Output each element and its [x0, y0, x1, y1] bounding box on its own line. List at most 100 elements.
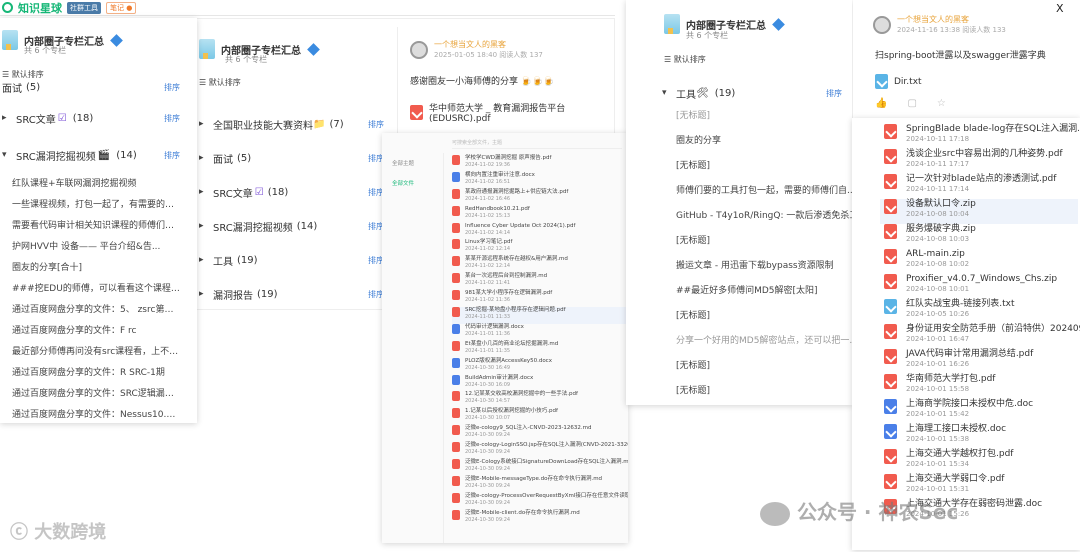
- category-row[interactable]: 面试 (5) 排序: [2, 76, 180, 98]
- list-item[interactable]: [无标题]: [676, 104, 846, 129]
- file-row[interactable]: 学校学CWD漏洞挖掘 原声报告.pdf 2024-11-02 19:36: [452, 155, 626, 172]
- category-row[interactable]: ▸ SRC文章 ☑ (18) 排序: [2, 98, 180, 138]
- file-row[interactable]: Linux学习笔记.pdf 2024-11-02 12:14: [452, 239, 626, 256]
- pdf-file-icon: [884, 349, 897, 364]
- file-row[interactable]: 泛微E-Cology系统接口SignatureDownLoad存在SQL注入漏洞…: [452, 459, 628, 476]
- category-row[interactable]: ▸ 工具 (19) 排序: [199, 243, 384, 277]
- file-row[interactable]: 12.记某某交收高校漏洞挖掘中的一些手法.pdf 2024-10-30 14:57: [452, 391, 626, 408]
- list-item[interactable]: ###挖EDU的师傅，可以看看这个课程###[...: [12, 279, 180, 300]
- file-date: 2024-10-30 09:24: [465, 499, 511, 506]
- post-attachment[interactable]: Dir.txt: [875, 74, 922, 89]
- list-item[interactable]: [无标题]: [676, 154, 846, 179]
- file-row[interactable]: 身份证用安全防范手册（前沿特供）20240909.pdf2024-10-01 1…: [880, 324, 1080, 349]
- nav-all-topics[interactable]: 全部主题: [382, 153, 443, 173]
- list-item[interactable]: [无标题]: [676, 379, 846, 404]
- list-item[interactable]: 师傅们要的工具打包一起，需要的师傅们自...: [676, 179, 852, 204]
- pdf-file-icon: [452, 222, 460, 233]
- category-row[interactable]: ▸ 全国职业技能大赛资料 📁 (7) 排序: [199, 107, 384, 141]
- comment-icon[interactable]: ▢: [907, 98, 916, 109]
- file-row[interactable]: 某某开源远程系统存在越权&用户漏洞.md 2024-11-02 12:14: [452, 256, 626, 273]
- file-row[interactable]: 设备默认口令.zip 2024-10-08 10:04: [880, 199, 1078, 224]
- post-attachment[interactable]: 华中师范大学 _ 教育漏洞报告平台(EDUSRC).pdf: [410, 101, 612, 124]
- list-item[interactable]: 圈友的分享: [676, 129, 846, 154]
- file-row[interactable]: 服务爆破字典.zip 2024-10-08 10:03: [880, 224, 1078, 249]
- file-row[interactable]: 某政府通报漏洞挖掘路上+供应链大法.pdf 2024-11-02 16:46: [452, 188, 626, 206]
- file-row[interactable]: 上海理工接口未授权.doc 2024-10-01 15:38: [880, 424, 1078, 449]
- category-row[interactable]: ▸ SRC文章 ☑ (18) 排序: [199, 175, 384, 209]
- list-item[interactable]: 通过百度网盘分享的文件：5、 zsrc第二期: [12, 300, 180, 321]
- list-item[interactable]: 通过百度网盘分享的文件：R SRC-1期: [12, 363, 180, 384]
- list-item[interactable]: 通过百度网盘分享的文件：SRC逻辑漏洞挖掘...: [12, 384, 180, 405]
- category-row[interactable]: ▾ SRC漏洞挖掘视频 🎬 (14) 排序: [2, 138, 180, 172]
- file-row[interactable]: 泛微E-Mobile-messageType.do存在命令执行漏洞.md 2024…: [452, 475, 626, 493]
- file-row[interactable]: 泛微e-cology9_SQL注入-CNVD-2023-12632.md 2024…: [452, 425, 626, 442]
- list-item[interactable]: 分享一个好用的MD5解密站点，还可以把一...: [676, 329, 852, 354]
- list-item[interactable]: 大佬写的密探内测版[西瓜]，做渗透测试信息...: [676, 404, 846, 405]
- file-row[interactable]: 记一次针对blade站点的渗透测试.pdf 2024-10-11 17:14: [880, 174, 1078, 199]
- avatar[interactable]: [410, 40, 428, 59]
- file-row[interactable]: 981某大学小程序存在逻辑漏洞.pdf 2024-11-02 11:36: [452, 290, 626, 307]
- nav-all-files[interactable]: 全部文件: [382, 173, 443, 193]
- list-item[interactable]: 红队课程+车联网漏洞挖掘视频: [12, 174, 180, 195]
- file-row[interactable]: RedHandbook10.21.pdf 2024-11-02 15:13: [452, 205, 626, 223]
- file-row[interactable]: 泛微E-Mobile-client.do存在命令执行漏洞.md 2024-10-3…: [452, 509, 626, 527]
- zip-file-icon: [884, 249, 897, 264]
- post-author[interactable]: 一个想当文人的黑客: [897, 14, 1006, 25]
- file-row[interactable]: 上海商学院接口未授权中危.doc 2024-10-01 15:42: [880, 399, 1078, 424]
- file-row[interactable]: BuildAdmin审计漏洞.docx 2024-10-30 16:09: [452, 374, 626, 392]
- file-row[interactable]: 泛微e-cology-LoginSSO.jsp存在SQL注入漏洞(CNVD-20…: [452, 442, 628, 459]
- list-item[interactable]: ##最近好多师傅问MD5解密[太阳]: [676, 279, 846, 304]
- file-row[interactable]: PLOZ版权漏洞AccessKey50.docx 2024-10-30 16:49: [452, 357, 626, 375]
- list-item[interactable]: 一些课程视频，打包一起了，有需要的师傅...: [12, 195, 180, 216]
- file-date: 2024-10-01 16:26: [906, 360, 970, 368]
- avatar[interactable]: [873, 15, 891, 34]
- list-item[interactable]: [无标题]: [676, 304, 846, 329]
- file-row[interactable]: 红队实战宝典-链接列表.txt 2024-10-05 10:26: [880, 299, 1078, 324]
- notes-tab[interactable]: 笔记 ●: [106, 1, 137, 14]
- file-row[interactable]: 代码审计逻辑漏洞.docx 2024-11-01 11:36: [452, 323, 626, 341]
- file-row[interactable]: Et某盘小几百的商业论坛挖掘漏洞.md 2024-11-01 11:35: [452, 340, 626, 358]
- file-name: 红队实战宝典-链接列表.txt: [906, 299, 1015, 309]
- post-meta: 2025-01-05 18:40 阅读人数 137: [434, 51, 543, 59]
- file-row[interactable]: 某台一次远程后台到控制漏洞.md 2024-11-02 11:41: [452, 273, 626, 290]
- pdf-file-icon: [452, 290, 460, 301]
- file-row[interactable]: 浅谈企业src中容易出洞的几种姿势.pdf 2024-10-11 17:17: [880, 149, 1078, 174]
- file-name: 浅谈企业src中容易出洞的几种姿势.pdf: [906, 149, 1063, 159]
- list-item[interactable]: 护网HVV中 设备—— 平台介绍&告...: [12, 237, 180, 258]
- list-item[interactable]: 搬运文章 - 用迅雷下载bypass资源限制: [676, 254, 846, 279]
- list-item[interactable]: [无标题]: [676, 229, 846, 254]
- like-icon[interactable]: 👍: [875, 98, 887, 109]
- file-row[interactable]: 上海交通大学越权打包.pdf 2024-10-01 15:34: [880, 449, 1078, 474]
- list-item[interactable]: 最近部分师傅再问没有src课程看，上不了手[...: [12, 342, 180, 363]
- chevron-right-icon: ▸: [2, 113, 7, 123]
- file-row[interactable]: Influence Cyber Update Oct 2024(1).pdf 20…: [452, 222, 626, 240]
- sort-dropdown[interactable]: ☰ 默认排序: [199, 77, 241, 88]
- list-item[interactable]: 通过百度网盘分享的文件：F rc: [12, 321, 180, 342]
- file-row[interactable]: ARL-main.zip 2024-10-08 10:02: [880, 249, 1078, 274]
- file-row[interactable]: 华南师范大学打包.pdf 2024-10-01 15:58: [880, 374, 1078, 399]
- star-icon[interactable]: ☆: [937, 98, 946, 109]
- list-item[interactable]: 需要看代码审计相关知识课程的师傅们可以...: [12, 216, 180, 237]
- category-row[interactable]: ▸ 面试 (5) 排序: [199, 141, 384, 175]
- file-row[interactable]: SpringBlade blade-log存在SQL注入漏洞.md 2024-10…: [880, 124, 1080, 149]
- file-row[interactable]: Proxifier_v4.0.7_Windows_Chs.zip 2024-10-…: [880, 274, 1078, 299]
- list-item[interactable]: GitHub - T4y1oR/RingQ: 一款后渗透免杀工...: [676, 204, 852, 229]
- sort-dropdown[interactable]: ☰ 默认排序: [664, 54, 706, 65]
- file-row[interactable]: SRC挖掘-某地盘小程序存在逻辑问题.pdf 2024-11-01 11:33: [452, 307, 626, 324]
- file-name: 学校学CWD漏洞挖掘 原声报告.pdf: [465, 155, 552, 161]
- category-row[interactable]: ▸ SRC漏洞挖掘视频 (14) 排序: [199, 209, 384, 243]
- search-input[interactable]: 可搜索全部文件，主题: [452, 139, 622, 149]
- list-item[interactable]: [无标题]: [676, 354, 846, 379]
- list-item[interactable]: 通过百度网盘分享的文件：Nessus10.7.4_20...: [12, 405, 180, 423]
- list-item[interactable]: 圈友的分享[合十]: [12, 258, 180, 279]
- file-row[interactable]: JAVA代码审计常用漏洞总结.pdf 2024-10-01 16:26: [880, 349, 1078, 374]
- post-author[interactable]: 一个想当文人的黑客: [434, 39, 543, 50]
- diamond-icon: [307, 42, 320, 56]
- category-row[interactable]: ▸ 漏洞报告 (19) 排序: [199, 277, 384, 309]
- file-row[interactable]: 横向内置注重审计注意.docx 2024-11-02 16:51: [452, 171, 626, 189]
- file-row[interactable]: 泛微e-cology-ProcessOverRequestByXml接口存在任意…: [452, 492, 628, 510]
- column-count: 共 6 个专栏: [24, 46, 67, 55]
- file-row[interactable]: 1.记某以后授权漏洞挖掘的小技巧.pdf 2024-10-30 10:07: [452, 408, 626, 425]
- file-name: 1.记某以后授权漏洞挖掘的小技巧.pdf: [465, 408, 558, 415]
- close-icon[interactable]: X: [1056, 2, 1064, 15]
